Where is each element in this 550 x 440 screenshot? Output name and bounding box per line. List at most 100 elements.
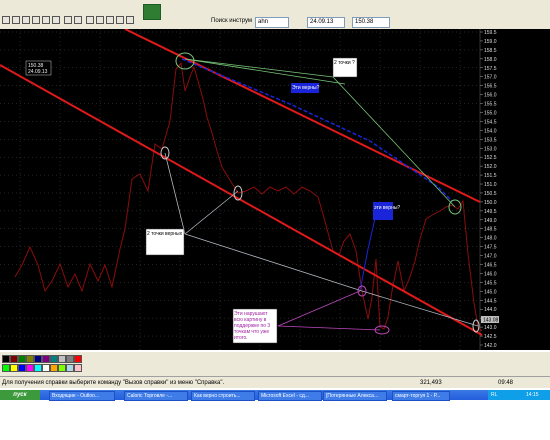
pan-icon[interactable] (52, 16, 60, 24)
color-swatch[interactable] (34, 355, 42, 363)
color-swatch[interactable] (74, 364, 82, 372)
note-text-3: эти верны? (374, 205, 400, 211)
tray-language[interactable]: RL (491, 390, 497, 400)
taskbar-item[interactable]: Caloric Торговле -... (124, 391, 188, 401)
color-swatch[interactable] (42, 355, 50, 363)
current-price-label: 143.08 (483, 318, 499, 324)
price-axis: 159.5 159.0 158.5 158.0 157.5 157.0 156.5 156.0… (479, 29, 497, 350)
price-tick-label: 155.0 (484, 110, 497, 116)
price-tick-label: 147.5 (484, 245, 497, 251)
color-swatch[interactable] (34, 364, 42, 372)
price-tick-label: 146.0 (484, 271, 497, 277)
grid-icon[interactable] (96, 16, 104, 24)
color-swatch[interactable] (74, 355, 82, 363)
blue-guide-line (181, 58, 453, 202)
color-swatch[interactable] (58, 355, 66, 363)
color-palette (0, 352, 550, 376)
taskbar-item[interactable]: Как верно строить... (191, 391, 255, 401)
target-icon[interactable] (32, 16, 40, 24)
color-swatch[interactable] (10, 364, 18, 372)
taskbar-item[interactable]: Microsoft Excel - сд... (258, 391, 322, 401)
price-tick-label: 153.5 (484, 137, 497, 143)
price-tick-label: 144.5 (484, 298, 497, 304)
color-swatch[interactable] (26, 364, 34, 372)
trend-line-upper (124, 29, 481, 203)
price-tick-label: 157.5 (484, 66, 497, 72)
system-tray: RL 14:15 (488, 390, 550, 400)
price-tick-label: 155.5 (484, 102, 497, 108)
note-text-2: Эти верны? (292, 85, 320, 91)
price-tick-label: 151.5 (484, 173, 497, 179)
price-line (14, 61, 483, 332)
price-tick-label: 143.0 (484, 325, 497, 331)
price-tick-label: 158.5 (484, 48, 497, 54)
lock-icon[interactable] (106, 16, 114, 24)
color-swatch[interactable] (66, 355, 74, 363)
price-tick-label: 156.5 (484, 84, 497, 90)
color-swatch[interactable] (58, 364, 66, 372)
price-field[interactable]: 150.38 (352, 17, 390, 28)
magenta-line-1 (277, 325, 381, 331)
line-tool-icon[interactable] (64, 16, 72, 24)
chart-canvas[interactable]: 159.5 159.0 158.5 158.0 157.5 157.0 156.5 156.0… (0, 29, 550, 350)
start-button[interactable]: пуск (0, 390, 40, 400)
search-input[interactable]: ahn (255, 17, 289, 28)
color-swatch[interactable] (2, 364, 10, 372)
taskbar-item[interactable]: смарт-торгуя 1 - Р... (392, 391, 450, 401)
pointer-icon[interactable] (22, 16, 30, 24)
note-text-1: 2 точки ? (334, 60, 355, 66)
price-tick-label: 159.0 (484, 39, 497, 45)
price-tick-label: 152.0 (484, 164, 497, 170)
color-swatch[interactable] (10, 355, 18, 363)
price-tick-label: 154.5 (484, 119, 497, 125)
price-tick-label: 147.0 (484, 254, 497, 260)
price-tick-label: 151.0 (484, 182, 497, 188)
note-text-5e: итого. (234, 335, 248, 341)
scroll-icon[interactable] (42, 16, 50, 24)
price-chart[interactable]: 159.5 159.0 158.5 158.0 157.5 157.0 156.5 156.0… (0, 29, 550, 350)
color-swatch[interactable] (50, 355, 58, 363)
price-tick-label: 152.5 (484, 155, 497, 161)
instrument-logo-icon[interactable] (143, 4, 161, 20)
price-tick-label: 146.5 (484, 263, 497, 269)
price-tick-label: 148.0 (484, 236, 497, 242)
settings-icon[interactable] (126, 16, 134, 24)
green-line-3 (184, 58, 346, 85)
taskbar-item[interactable]: Входящие - Outloo... (49, 391, 115, 401)
tray-clock: 14:15 (526, 392, 539, 398)
price-tick-label: 158.0 (484, 57, 497, 63)
hline-tool-icon[interactable] (74, 16, 82, 24)
price-tick-label: 145.5 (484, 280, 497, 286)
color-swatch[interactable] (26, 355, 34, 363)
print-icon[interactable] (116, 16, 124, 24)
search-label: Поиск инструм (211, 18, 253, 24)
price-tick-label: 142.5 (484, 334, 497, 340)
color-swatch[interactable] (42, 364, 50, 372)
price-tick-label: 150.5 (484, 191, 497, 197)
price-tick-label: 144.0 (484, 307, 497, 313)
color-swatch[interactable] (18, 364, 26, 372)
text-tool-icon[interactable] (86, 16, 94, 24)
price-tick-label: 142.0 (484, 343, 497, 349)
color-swatch[interactable] (66, 364, 74, 372)
taskbar-item[interactable]: [Потерянные Алекса... (323, 391, 387, 401)
price-tick-label: 149.5 (484, 209, 497, 215)
taskbar: пуск Входящие - Outloo... Caloric Торгов… (0, 390, 550, 401)
green-line-2 (332, 76, 456, 208)
color-swatch[interactable] (18, 355, 26, 363)
price-tick-label: 145.0 (484, 289, 497, 295)
zoom-icon[interactable] (12, 16, 20, 24)
price-tick-label: 154.0 (484, 128, 497, 134)
note-text-4: 2 точки верных (147, 231, 183, 237)
color-swatch[interactable] (2, 355, 10, 363)
date-field[interactable]: 24.09.13 (307, 17, 345, 28)
magenta-line-2 (277, 290, 361, 327)
price-tick-label: 157.0 (484, 75, 497, 81)
color-swatch[interactable] (50, 364, 58, 372)
price-tick-label: 150.0 (484, 200, 497, 206)
trend-line-lower (0, 64, 483, 336)
price-tick-label: 153.0 (484, 146, 497, 152)
price-tick-label: 149.0 (484, 218, 497, 224)
crosshair-icon[interactable] (2, 16, 10, 24)
price-tick-label: 148.5 (484, 227, 497, 233)
